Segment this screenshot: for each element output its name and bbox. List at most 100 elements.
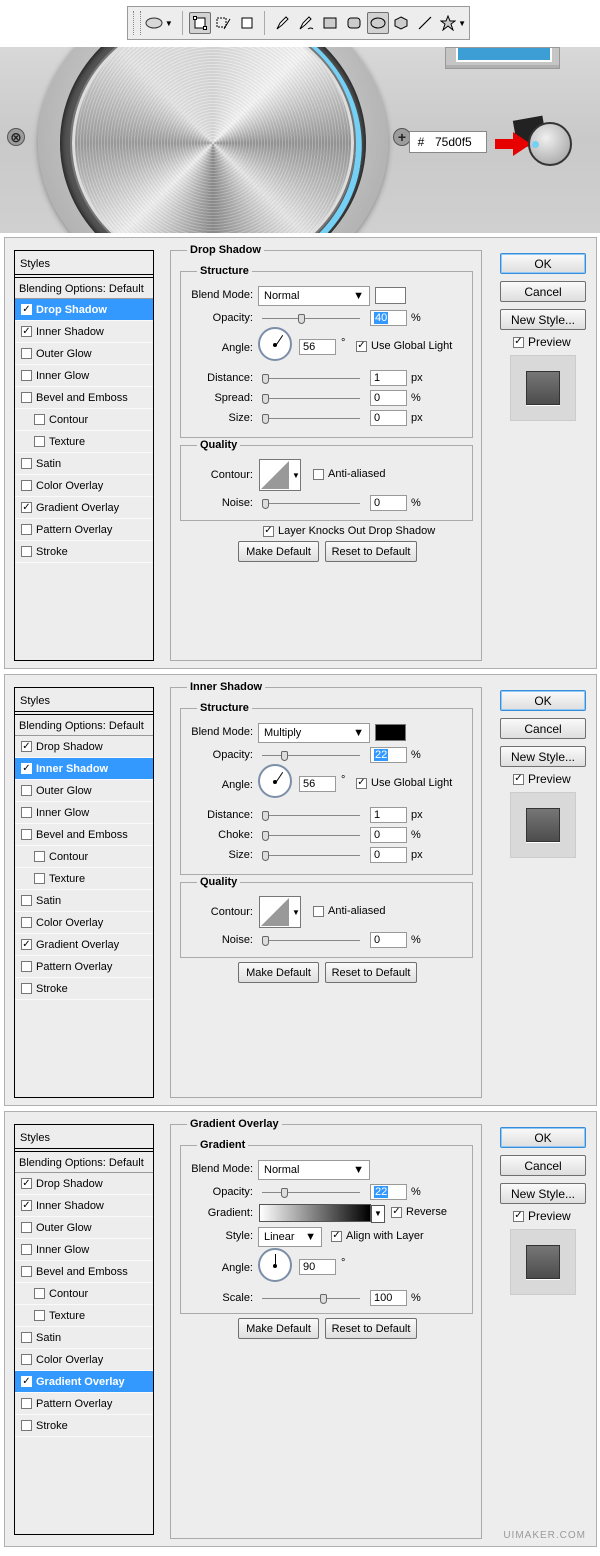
list-item-color-overlay[interactable]: Color Overlay [15, 1349, 153, 1371]
list-item-outer-glow[interactable]: Outer Glow [15, 780, 153, 802]
checkbox-checked-icon[interactable]: ✓ [21, 502, 32, 513]
checkbox-unchecked-icon[interactable] [21, 1420, 32, 1431]
paths-button[interactable] [213, 12, 235, 34]
noise-input[interactable]: 0 [370, 932, 407, 948]
make-default-button[interactable]: Make Default [238, 541, 319, 562]
rounded-rectangle-tool-button[interactable] [343, 12, 365, 34]
list-item-bevel-emboss[interactable]: Bevel and Emboss [15, 824, 153, 846]
noise-slider[interactable] [262, 499, 360, 509]
distance-slider[interactable] [262, 374, 360, 384]
distance-slider[interactable] [262, 811, 360, 821]
styles-header[interactable]: Styles [15, 251, 153, 275]
polygon-tool-button[interactable] [391, 12, 413, 34]
checkbox-unchecked-icon[interactable] [21, 370, 32, 381]
reverse-checkbox[interactable]: ✓ Reverse [391, 1206, 447, 1218]
checkbox-unchecked-icon[interactable] [34, 1310, 45, 1321]
checkbox-unchecked-icon[interactable] [21, 983, 32, 994]
checkbox-unchecked-icon[interactable] [21, 1354, 32, 1365]
list-item-satin[interactable]: Satin [15, 453, 153, 475]
size-input[interactable]: 0 [370, 847, 407, 863]
checkbox-unchecked-icon[interactable] [34, 414, 45, 425]
reset-to-default-button[interactable]: Reset to Default [325, 962, 417, 983]
noise-slider[interactable] [262, 936, 360, 946]
ok-button[interactable]: OK [500, 253, 586, 274]
checkbox-checked-icon[interactable]: ✓ [331, 1230, 342, 1242]
checkbox-unchecked-icon[interactable] [34, 436, 45, 447]
list-item-color-overlay[interactable]: Color Overlay [15, 912, 153, 934]
checkbox-unchecked-icon[interactable] [21, 480, 32, 491]
reset-to-default-button[interactable]: Reset to Default [325, 541, 417, 562]
checkbox-checked-icon[interactable]: ✓ [356, 777, 367, 789]
scale-slider[interactable] [262, 1294, 360, 1304]
ok-button[interactable]: OK [500, 690, 586, 711]
ellipse-tool-button[interactable] [366, 12, 389, 34]
gradient-style-select[interactable]: Linear ▼ [258, 1227, 322, 1247]
scale-input[interactable]: 100 [370, 1290, 407, 1306]
blend-mode-select[interactable]: Multiply ▼ [258, 723, 370, 743]
checkbox-unchecked-icon[interactable] [21, 785, 32, 796]
checkbox-unchecked-icon[interactable] [21, 546, 32, 557]
list-item-bevel-emboss[interactable]: Bevel and Emboss [15, 1261, 153, 1283]
size-input[interactable]: 0 [370, 410, 407, 426]
checkbox-checked-icon[interactable]: ✓ [21, 304, 32, 315]
pen-tool-button[interactable] [271, 12, 293, 34]
slider-thumb[interactable] [298, 314, 305, 324]
checkbox-unchecked-icon[interactable] [21, 1222, 32, 1233]
use-global-light-checkbox[interactable]: ✓ Use Global Light [356, 340, 452, 352]
fill-pixels-button[interactable] [236, 12, 258, 34]
toolbar-grip[interactable] [133, 11, 141, 35]
checkbox-checked-icon[interactable]: ✓ [513, 1210, 524, 1222]
list-item-pattern-overlay[interactable]: Pattern Overlay [15, 1393, 153, 1415]
checkbox-unchecked-icon[interactable] [21, 1398, 32, 1409]
make-default-button[interactable]: Make Default [238, 1318, 319, 1339]
checkbox-unchecked-icon[interactable] [21, 1332, 32, 1343]
spread-slider[interactable] [262, 394, 360, 404]
choke-input[interactable]: 0 [370, 827, 407, 843]
make-default-button[interactable]: Make Default [238, 962, 319, 983]
custom-shape-tool-button[interactable]: ▼ [438, 12, 468, 34]
cancel-button[interactable]: Cancel [500, 281, 586, 302]
blend-mode-select[interactable]: Normal ▼ [258, 286, 370, 306]
list-item-texture[interactable]: Texture [15, 868, 153, 890]
checkbox-unchecked-icon[interactable] [313, 468, 324, 480]
checkbox-unchecked-icon[interactable] [21, 961, 32, 972]
checkbox-checked-icon[interactable]: ✓ [21, 939, 32, 950]
checkbox-unchecked-icon[interactable] [21, 807, 32, 818]
new-style-button[interactable]: New Style... [500, 1183, 586, 1204]
preview-checkbox[interactable]: ✓ Preview [513, 1209, 571, 1223]
list-item-inner-glow[interactable]: Inner Glow [15, 802, 153, 824]
opacity-slider[interactable] [262, 1188, 360, 1198]
checkbox-checked-icon[interactable]: ✓ [391, 1206, 402, 1218]
reset-to-default-button[interactable]: Reset to Default [325, 1318, 417, 1339]
shadow-color-swatch[interactable] [375, 724, 406, 741]
distance-input[interactable]: 1 [370, 807, 407, 823]
list-item-stroke[interactable]: Stroke [15, 978, 153, 1000]
tool-preset-picker[interactable]: ▼ [142, 12, 176, 34]
checkbox-unchecked-icon[interactable] [21, 524, 32, 535]
choke-slider[interactable] [262, 831, 360, 841]
list-item-gradient-overlay[interactable]: ✓ Gradient Overlay [15, 934, 153, 956]
align-with-layer-checkbox[interactable]: ✓ Align with Layer [331, 1230, 424, 1242]
list-item-drop-shadow[interactable]: ✓ Drop Shadow [15, 299, 153, 321]
checkbox-checked-icon[interactable]: ✓ [513, 773, 524, 785]
list-item-satin[interactable]: Satin [15, 890, 153, 912]
angle-dial[interactable] [258, 1248, 292, 1282]
list-item-bevel-emboss[interactable]: Bevel and Emboss [15, 387, 153, 409]
noise-input[interactable]: 0 [370, 495, 407, 511]
list-item-pattern-overlay[interactable]: Pattern Overlay [15, 956, 153, 978]
blending-options-item[interactable]: Blending Options: Default [15, 277, 153, 299]
list-item-inner-glow[interactable]: Inner Glow [15, 365, 153, 387]
freeform-pen-button[interactable] [295, 12, 317, 34]
angle-input[interactable]: 90 [299, 1259, 336, 1275]
angle-input[interactable]: 56 [299, 776, 336, 792]
checkbox-unchecked-icon[interactable] [313, 905, 324, 917]
checkbox-checked-icon[interactable]: ✓ [21, 741, 32, 752]
checkbox-unchecked-icon[interactable] [21, 895, 32, 906]
checkbox-unchecked-icon[interactable] [21, 829, 32, 840]
list-item-satin[interactable]: Satin [15, 1327, 153, 1349]
checkbox-unchecked-icon[interactable] [34, 851, 45, 862]
list-item-gradient-overlay[interactable]: ✓ Gradient Overlay [15, 1371, 153, 1393]
checkbox-unchecked-icon[interactable] [34, 873, 45, 884]
list-item-outer-glow[interactable]: Outer Glow [15, 1217, 153, 1239]
size-slider[interactable] [262, 851, 360, 861]
